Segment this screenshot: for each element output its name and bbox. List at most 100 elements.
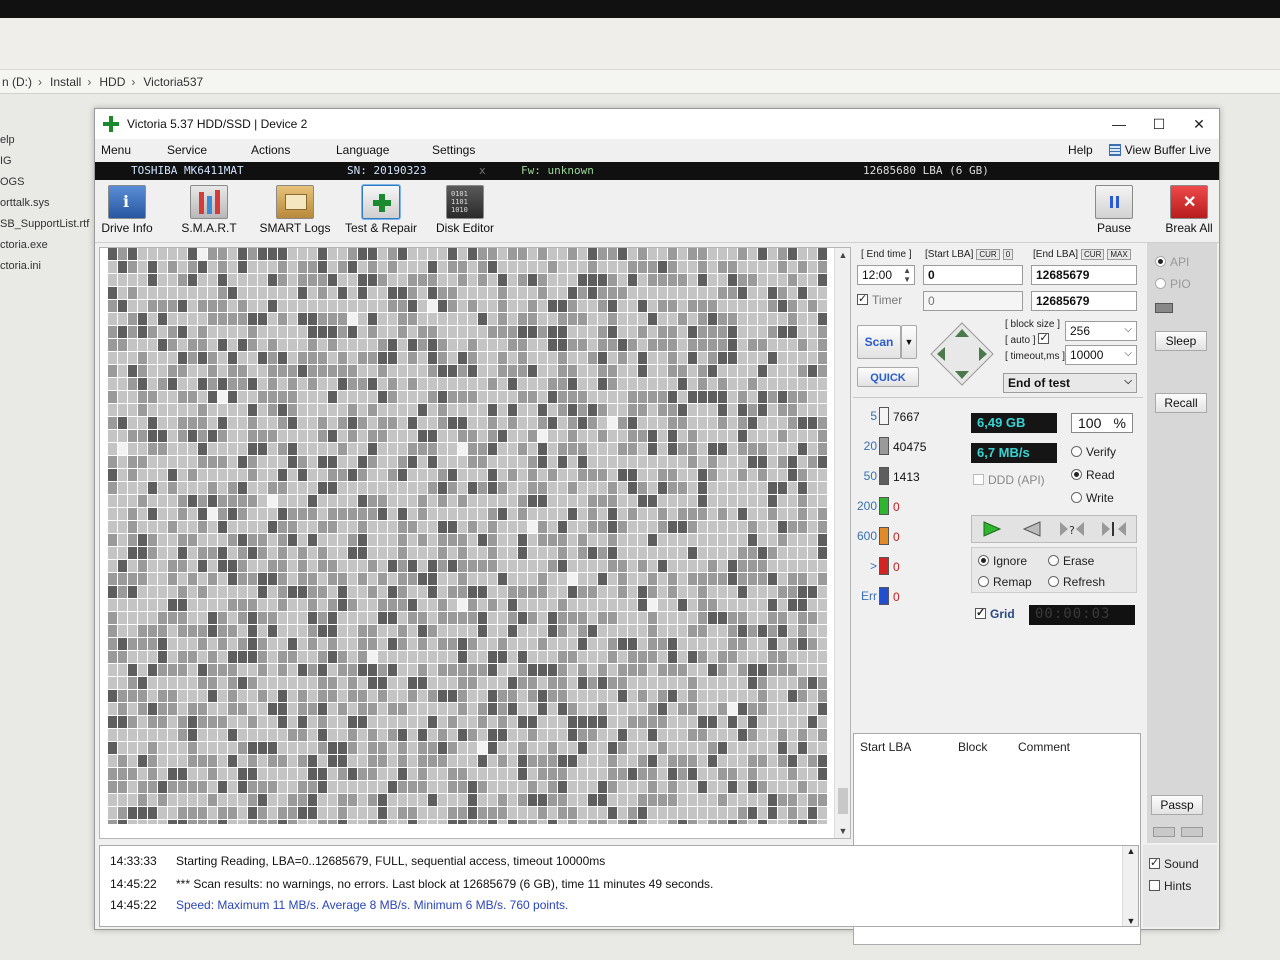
small-toggle[interactable] <box>1153 827 1175 837</box>
start-lba-zero-button[interactable]: 0 <box>1002 249 1014 260</box>
file-item[interactable]: IG <box>0 151 95 172</box>
block-size-select[interactable]: 256 ⌵ <box>1065 321 1137 341</box>
view-buffer-live-button[interactable]: View Buffer Live <box>1108 143 1211 157</box>
breadcrumb-drive[interactable]: n (D:) <box>2 75 32 89</box>
timer-checkbox[interactable]: Timer <box>857 292 902 307</box>
hints-checkbox[interactable]: Hints <box>1149 879 1191 893</box>
radio-dot[interactable] <box>978 555 989 566</box>
radio-dot[interactable] <box>978 576 989 587</box>
breadcrumb-folder[interactable]: Victoria537 <box>143 75 203 89</box>
passp-button[interactable]: Passp <box>1151 795 1203 815</box>
timeout-select[interactable]: 10000 ⌵ <box>1065 345 1137 365</box>
api-radio[interactable]: API <box>1155 255 1189 269</box>
butterfly-icon[interactable] <box>1100 520 1128 538</box>
test-repair-button[interactable]: Test & Repair <box>343 185 419 241</box>
ddd-api-checkbox[interactable]: DDD (API) <box>973 473 1045 487</box>
radio-dot[interactable] <box>1071 446 1082 457</box>
minimize-button[interactable]: — <box>1099 109 1139 139</box>
menu-settings[interactable]: Settings <box>432 143 475 157</box>
radio-dot[interactable] <box>1155 256 1166 267</box>
ddd-check[interactable] <box>973 474 984 485</box>
sound-check[interactable] <box>1149 856 1160 869</box>
break-all-button[interactable]: ✕ Break All <box>1161 185 1217 241</box>
end-lba-max-button[interactable]: MAX <box>1107 249 1131 260</box>
col-block[interactable]: Block <box>958 740 987 754</box>
file-item[interactable]: OGS <box>0 172 95 193</box>
smart-logs-button[interactable]: SMART Logs <box>259 185 331 241</box>
menu-service[interactable]: Service <box>167 143 207 157</box>
radio-dot[interactable] <box>1155 278 1166 289</box>
scroll-up-icon[interactable]: ▲ <box>1123 846 1139 856</box>
sleep-button[interactable]: Sleep <box>1155 331 1207 351</box>
scroll-up-icon[interactable]: ▲ <box>835 248 851 262</box>
radio-dot[interactable] <box>1048 555 1059 566</box>
maximize-button[interactable]: ☐ <box>1139 109 1179 139</box>
pio-radio[interactable]: PIO <box>1155 277 1191 291</box>
start-lba-cur-button[interactable]: CUR <box>976 249 1000 260</box>
legend-color-swatch[interactable] <box>879 407 889 425</box>
scan-dropdown-icon[interactable]: ▼ <box>901 325 917 359</box>
breadcrumb[interactable]: n (D:) › Install › HDD › Victoria537 <box>0 70 1280 94</box>
radio-dot[interactable] <box>1048 576 1059 587</box>
mode-write-radio[interactable]: Write <box>1071 491 1114 505</box>
breadcrumb-install[interactable]: Install <box>50 75 81 89</box>
smart-button[interactable]: S.M.A.R.T <box>179 185 239 241</box>
erase-radio[interactable]: Erase <box>1048 554 1094 568</box>
breadcrumb-hdd[interactable]: HDD <box>99 75 125 89</box>
file-item[interactable]: ctoria.exe <box>0 235 95 256</box>
pause-button[interactable]: Pause <box>1089 185 1139 241</box>
file-item[interactable]: SB_SupportList.rtf <box>0 214 95 235</box>
spin-icon[interactable]: ▲ ▼ <box>903 266 911 284</box>
legend-color-swatch[interactable] <box>879 557 889 575</box>
disk-editor-button[interactable]: 0101 1101 1010 Disk Editor <box>433 185 497 241</box>
mode-read-radio[interactable]: Read <box>1071 468 1115 482</box>
start-lba-input[interactable]: 0 <box>923 265 1023 285</box>
hints-check[interactable] <box>1149 880 1160 891</box>
menu-actions[interactable]: Actions <box>251 143 290 157</box>
refresh-radio[interactable]: Refresh <box>1048 575 1105 589</box>
end-lba-cur-button[interactable]: CUR <box>1081 249 1105 260</box>
title-bar[interactable]: Victoria 5.37 HDD/SSD | Device 2 — ☐ ✕ <box>95 109 1219 139</box>
scroll-thumb[interactable] <box>838 788 848 814</box>
timer-check[interactable] <box>857 292 868 305</box>
map-scrollbar[interactable]: ▲ ▼ <box>834 248 850 838</box>
drive-info-button[interactable]: i Drive Info <box>99 185 155 241</box>
legend-color-swatch[interactable] <box>879 587 889 605</box>
sound-checkbox[interactable]: Sound <box>1149 856 1199 871</box>
ignore-radio[interactable]: Ignore <box>978 554 1027 568</box>
menu-language[interactable]: Language <box>336 143 389 157</box>
grid-checkbox[interactable]: Grid <box>975 606 1015 621</box>
legend-color-swatch[interactable] <box>879 527 889 545</box>
end-lba-input[interactable]: 12685679 <box>1031 265 1137 285</box>
quick-button[interactable]: QUICK <box>857 367 919 387</box>
direction-pad-icon[interactable] <box>927 319 997 389</box>
play-backward-icon[interactable] <box>1020 520 1044 538</box>
scan-button[interactable]: Scan <box>857 325 901 359</box>
menu-help[interactable]: Help <box>1068 143 1093 157</box>
close-button[interactable]: ✕ <box>1179 109 1219 139</box>
file-item[interactable]: elp <box>0 130 95 151</box>
recall-button[interactable]: Recall <box>1155 393 1207 413</box>
mode-verify-radio[interactable]: Verify <box>1071 445 1116 459</box>
menu-menu[interactable]: Menu <box>101 143 131 157</box>
file-item[interactable]: ctoria.ini <box>0 256 95 277</box>
radio-dot[interactable] <box>1071 492 1082 503</box>
random-seek-icon[interactable]: ? <box>1058 520 1086 538</box>
col-start-lba[interactable]: Start LBA <box>860 740 911 754</box>
small-toggle[interactable] <box>1181 827 1203 837</box>
end-time-input[interactable]: 12:00 ▲ ▼ <box>857 265 915 285</box>
legend-color-swatch[interactable] <box>879 437 889 455</box>
radio-dot[interactable] <box>1071 469 1082 480</box>
end-action-select[interactable]: End of test ⌵ <box>1003 373 1137 393</box>
legend-color-swatch[interactable] <box>879 497 889 515</box>
legend-color-swatch[interactable] <box>879 467 889 485</box>
auto-checkbox[interactable] <box>1038 331 1050 344</box>
remap-radio[interactable]: Remap <box>978 575 1032 589</box>
play-icon[interactable] <box>980 520 1004 538</box>
scroll-down-icon[interactable]: ▼ <box>1123 916 1139 926</box>
file-item[interactable]: orttalk.sys <box>0 193 95 214</box>
log-scrollbar[interactable]: ▲ ▼ <box>1122 846 1138 926</box>
scroll-down-icon[interactable]: ▼ <box>835 824 851 838</box>
grid-check[interactable] <box>975 606 986 619</box>
col-comment[interactable]: Comment <box>1018 740 1070 754</box>
